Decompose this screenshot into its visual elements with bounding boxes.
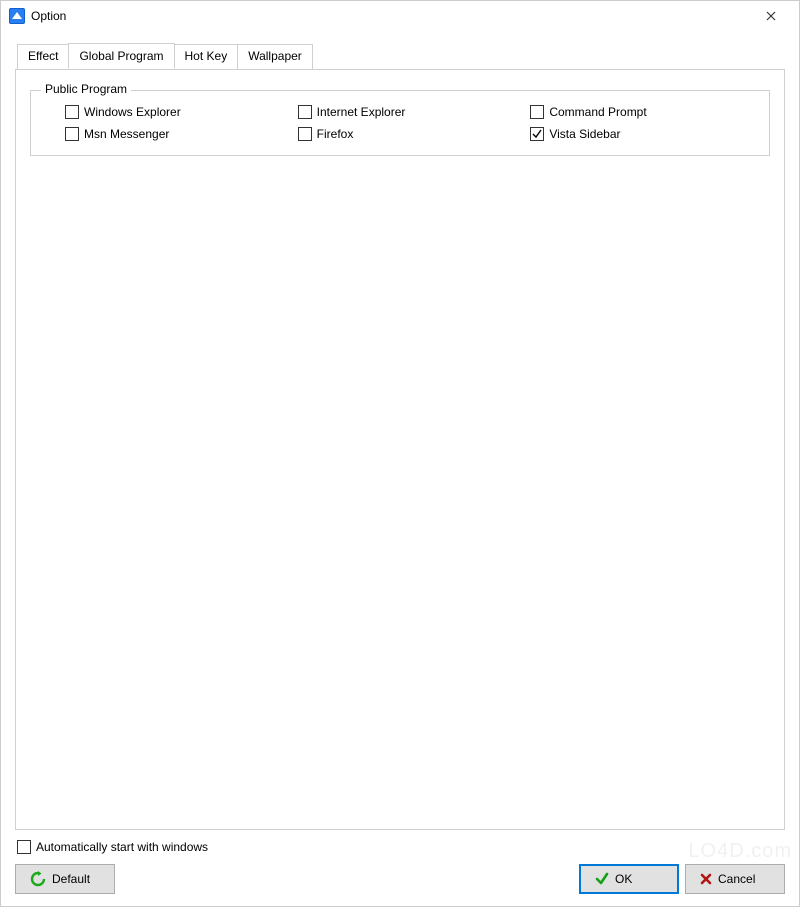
- checkbox-box: [530, 105, 544, 119]
- group-title: Public Program: [41, 82, 131, 96]
- ok-button[interactable]: OK: [579, 864, 679, 894]
- checkbox-box: [298, 127, 312, 141]
- checkbox-box: [530, 127, 544, 141]
- checkbox-vista-sidebar[interactable]: Vista Sidebar: [530, 127, 753, 141]
- refresh-icon: [30, 871, 46, 887]
- checkbox-label: Vista Sidebar: [549, 127, 620, 141]
- cross-icon: [700, 873, 712, 885]
- checkbox-label: Windows Explorer: [84, 105, 181, 119]
- tab-global-program[interactable]: Global Program: [68, 43, 174, 69]
- checkbox-box: [65, 105, 79, 119]
- checkbox-command-prompt[interactable]: Command Prompt: [530, 105, 753, 119]
- bottom-area: Automatically start with windows Default: [15, 830, 785, 894]
- checkbox-box: [65, 127, 79, 141]
- tab-effect[interactable]: Effect: [17, 44, 69, 70]
- option-window: Option Effect Global Program Hot Key Wal…: [0, 0, 800, 907]
- checkbox-box: [298, 105, 312, 119]
- button-label: OK: [615, 872, 632, 886]
- tab-header: Effect Global Program Hot Key Wallpaper: [15, 43, 785, 69]
- tab-body: Public Program Windows Explorer Internet…: [15, 69, 785, 830]
- checkbox-box: [17, 840, 31, 854]
- tab-wallpaper[interactable]: Wallpaper: [237, 44, 313, 70]
- title-bar: Option: [1, 1, 799, 31]
- app-icon: [9, 8, 25, 24]
- close-button[interactable]: [751, 2, 791, 30]
- tab-hot-key[interactable]: Hot Key: [174, 44, 239, 70]
- button-label: Cancel: [718, 872, 755, 886]
- tab-control: Effect Global Program Hot Key Wallpaper …: [15, 43, 785, 830]
- content-area: Effect Global Program Hot Key Wallpaper …: [1, 31, 799, 906]
- checkbox-label: Internet Explorer: [317, 105, 406, 119]
- checkbox-label: Msn Messenger: [84, 127, 169, 141]
- checkbox-msn-messenger[interactable]: Msn Messenger: [65, 127, 288, 141]
- default-button[interactable]: Default: [15, 864, 115, 894]
- cancel-button[interactable]: Cancel: [685, 864, 785, 894]
- check-icon: [595, 872, 609, 886]
- checkbox-grid: Windows Explorer Internet Explorer Comma…: [47, 105, 753, 141]
- button-label: Default: [52, 872, 90, 886]
- button-row: Default OK Cancel: [15, 864, 785, 894]
- checkbox-internet-explorer[interactable]: Internet Explorer: [298, 105, 521, 119]
- checkbox-windows-explorer[interactable]: Windows Explorer: [65, 105, 288, 119]
- checkbox-firefox[interactable]: Firefox: [298, 127, 521, 141]
- checkbox-label: Automatically start with windows: [36, 840, 208, 854]
- window-title: Option: [31, 9, 751, 23]
- checkbox-label: Command Prompt: [549, 105, 646, 119]
- checkbox-autostart[interactable]: Automatically start with windows: [15, 840, 785, 854]
- checkbox-label: Firefox: [317, 127, 354, 141]
- public-program-group: Public Program Windows Explorer Internet…: [30, 90, 770, 156]
